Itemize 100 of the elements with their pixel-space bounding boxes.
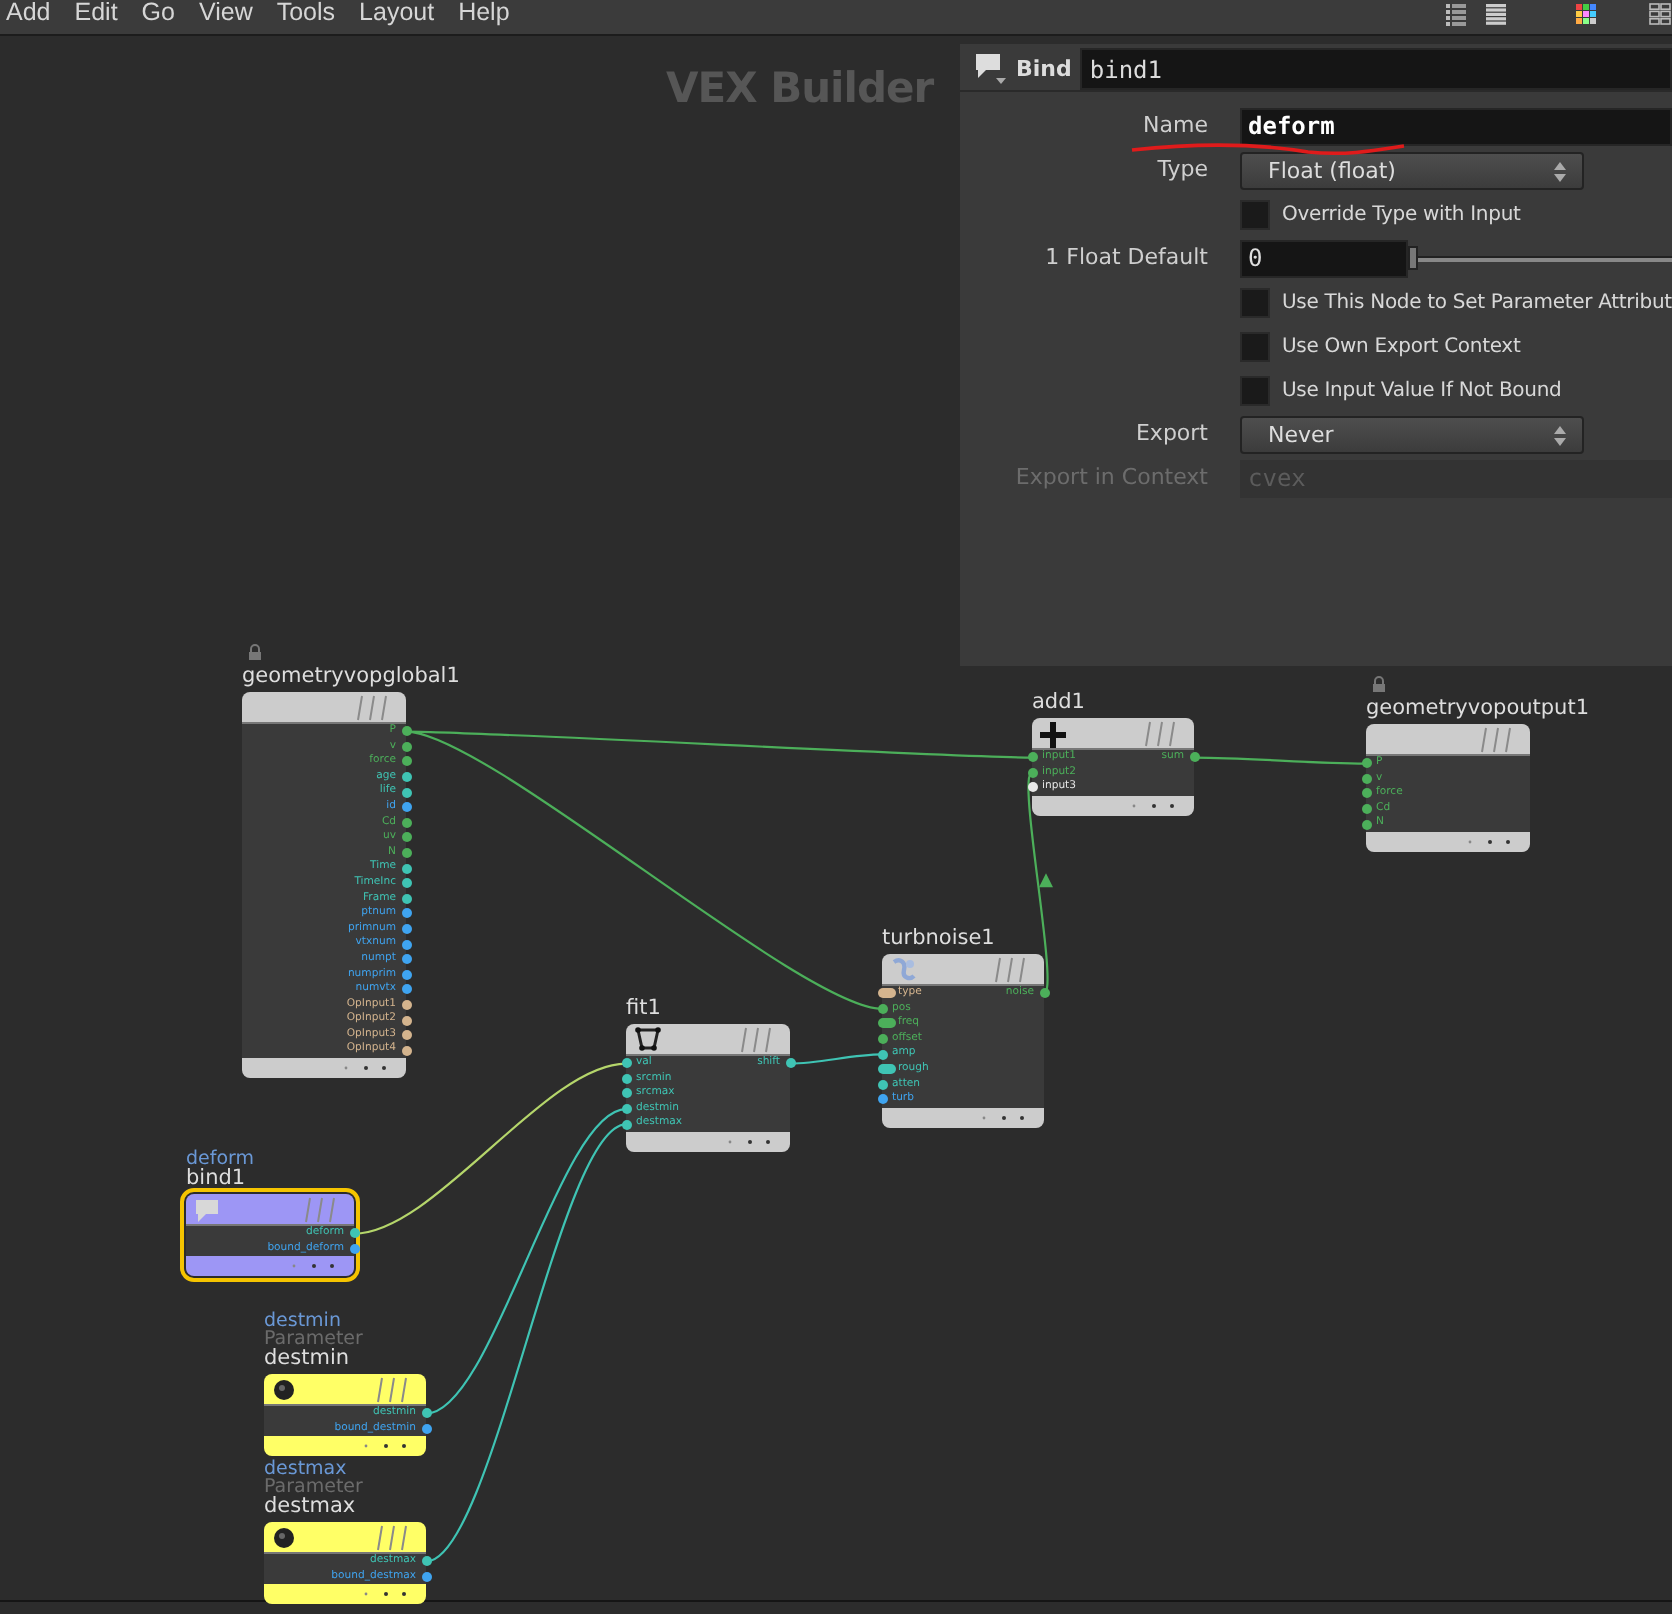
output-port[interactable]: [401, 726, 411, 737]
node-name[interactable]: bind1: [186, 1168, 255, 1190]
output-port[interactable]: [401, 969, 411, 980]
input-port[interactable]: [1027, 752, 1037, 763]
checkbox[interactable]: [1240, 331, 1270, 361]
node-name[interactable]: geometryvopglobal1: [242, 666, 460, 688]
output-port[interactable]: [421, 1571, 431, 1582]
input-port[interactable]: [621, 1073, 631, 1084]
output-port[interactable]: [421, 1408, 431, 1419]
node-name[interactable]: add1: [1032, 692, 1085, 714]
slider-thumb[interactable]: [1408, 246, 1418, 270]
dots-icon[interactable]: [726, 1137, 774, 1146]
menu-item[interactable]: Layout: [359, 0, 435, 25]
output-port[interactable]: [401, 924, 411, 935]
slider-track[interactable]: [1408, 246, 1672, 270]
input-port[interactable]: [621, 1119, 631, 1130]
input-port[interactable]: [1361, 819, 1371, 830]
menu-item[interactable]: Help: [458, 0, 510, 25]
plus-icon: [1038, 720, 1070, 748]
input-port[interactable]: [877, 1049, 887, 1060]
output-port[interactable]: [401, 802, 411, 813]
node-name[interactable]: geometryvopoutput1: [1366, 698, 1590, 720]
dots-icon[interactable]: [1130, 801, 1178, 810]
dots-icon[interactable]: [362, 1442, 410, 1451]
output-port[interactable]: [401, 878, 411, 889]
node-name[interactable]: destmin: [264, 1348, 363, 1370]
input-field[interactable]: deform: [1240, 107, 1672, 145]
output-port[interactable]: [421, 1556, 431, 1567]
list-icon[interactable]: [1444, 1, 1468, 25]
menu-item[interactable]: Edit: [74, 0, 118, 25]
input-port[interactable]: [877, 988, 895, 999]
input-port[interactable]: [1361, 773, 1371, 784]
output-port[interactable]: [349, 1228, 359, 1239]
output-port[interactable]: [1189, 752, 1199, 763]
output-port[interactable]: [401, 1045, 411, 1056]
output-port[interactable]: [421, 1423, 431, 1434]
node-name-field[interactable]: bind1: [1079, 48, 1672, 90]
output-port[interactable]: [785, 1058, 795, 1069]
input-port[interactable]: [1027, 782, 1037, 793]
output-port[interactable]: [401, 954, 411, 965]
checkbox-label: Use Own Export Context: [1282, 335, 1521, 357]
output-port[interactable]: [401, 772, 411, 783]
output-port[interactable]: [401, 939, 411, 950]
menu-item[interactable]: Add: [6, 0, 51, 25]
output-port[interactable]: [1039, 988, 1049, 999]
output-port[interactable]: [401, 908, 411, 919]
checkbox[interactable]: [1240, 375, 1270, 405]
output-port[interactable]: [401, 756, 411, 767]
checkbox[interactable]: [1240, 199, 1270, 229]
dots-icon[interactable]: [1466, 837, 1514, 846]
rows-icon[interactable]: [1484, 1, 1508, 25]
output-port[interactable]: [401, 848, 411, 859]
output-port[interactable]: [401, 999, 411, 1010]
dots-icon[interactable]: [290, 1262, 338, 1271]
dropdown[interactable]: Float (float): [1240, 151, 1584, 189]
input-port[interactable]: [621, 1104, 631, 1115]
input-field[interactable]: 0: [1240, 239, 1408, 277]
dots-icon[interactable]: [342, 1064, 390, 1073]
node-name[interactable]: destmax: [264, 1496, 363, 1518]
input-port[interactable]: [877, 1034, 887, 1045]
input-port[interactable]: [1361, 788, 1371, 799]
input-port[interactable]: [1361, 804, 1371, 815]
input-port[interactable]: [1027, 767, 1037, 778]
parameter-name: destmax: [264, 1460, 347, 1478]
speech-bubble-icon[interactable]: [972, 52, 1008, 86]
output-port[interactable]: [401, 863, 411, 874]
input-port[interactable]: [621, 1058, 631, 1069]
wire[interactable]: [1194, 756, 1366, 765]
output-port[interactable]: [401, 984, 411, 995]
input-port[interactable]: [621, 1088, 631, 1099]
node-name[interactable]: turbnoise1: [882, 928, 995, 950]
color-grid-icon[interactable]: [1574, 1, 1598, 25]
output-port[interactable]: [401, 1030, 411, 1041]
output-port[interactable]: [401, 832, 411, 843]
dropdown[interactable]: Never: [1240, 415, 1584, 453]
input-port[interactable]: [877, 1018, 895, 1029]
menu-item[interactable]: Go: [141, 0, 175, 25]
dots-icon[interactable]: [362, 1590, 410, 1599]
grid-icon[interactable]: [1648, 1, 1672, 25]
node-type-label: Parameter: [264, 1330, 363, 1348]
input-port[interactable]: [877, 1079, 887, 1090]
menu-item[interactable]: View: [198, 0, 253, 25]
node-name[interactable]: fit1: [626, 998, 661, 1020]
input-port[interactable]: [877, 1064, 895, 1075]
lock-icon[interactable]: [248, 644, 262, 660]
lock-icon[interactable]: [1372, 676, 1386, 692]
input-port[interactable]: [877, 1003, 887, 1014]
menu-item[interactable]: Tools: [276, 0, 336, 25]
dots-icon[interactable]: [980, 1113, 1028, 1122]
output-port[interactable]: [401, 787, 411, 798]
input-port[interactable]: [877, 1094, 887, 1105]
checkbox[interactable]: [1240, 287, 1270, 317]
output-port[interactable]: [401, 1015, 411, 1026]
output-port[interactable]: [401, 741, 411, 752]
checkbox-label: Use This Node to Set Parameter Attribut: [1282, 291, 1672, 313]
input-port[interactable]: [1361, 758, 1371, 769]
output-port[interactable]: [349, 1243, 359, 1254]
output-port[interactable]: [401, 893, 411, 904]
bracket-icon: [632, 1026, 664, 1054]
output-port[interactable]: [401, 817, 411, 828]
